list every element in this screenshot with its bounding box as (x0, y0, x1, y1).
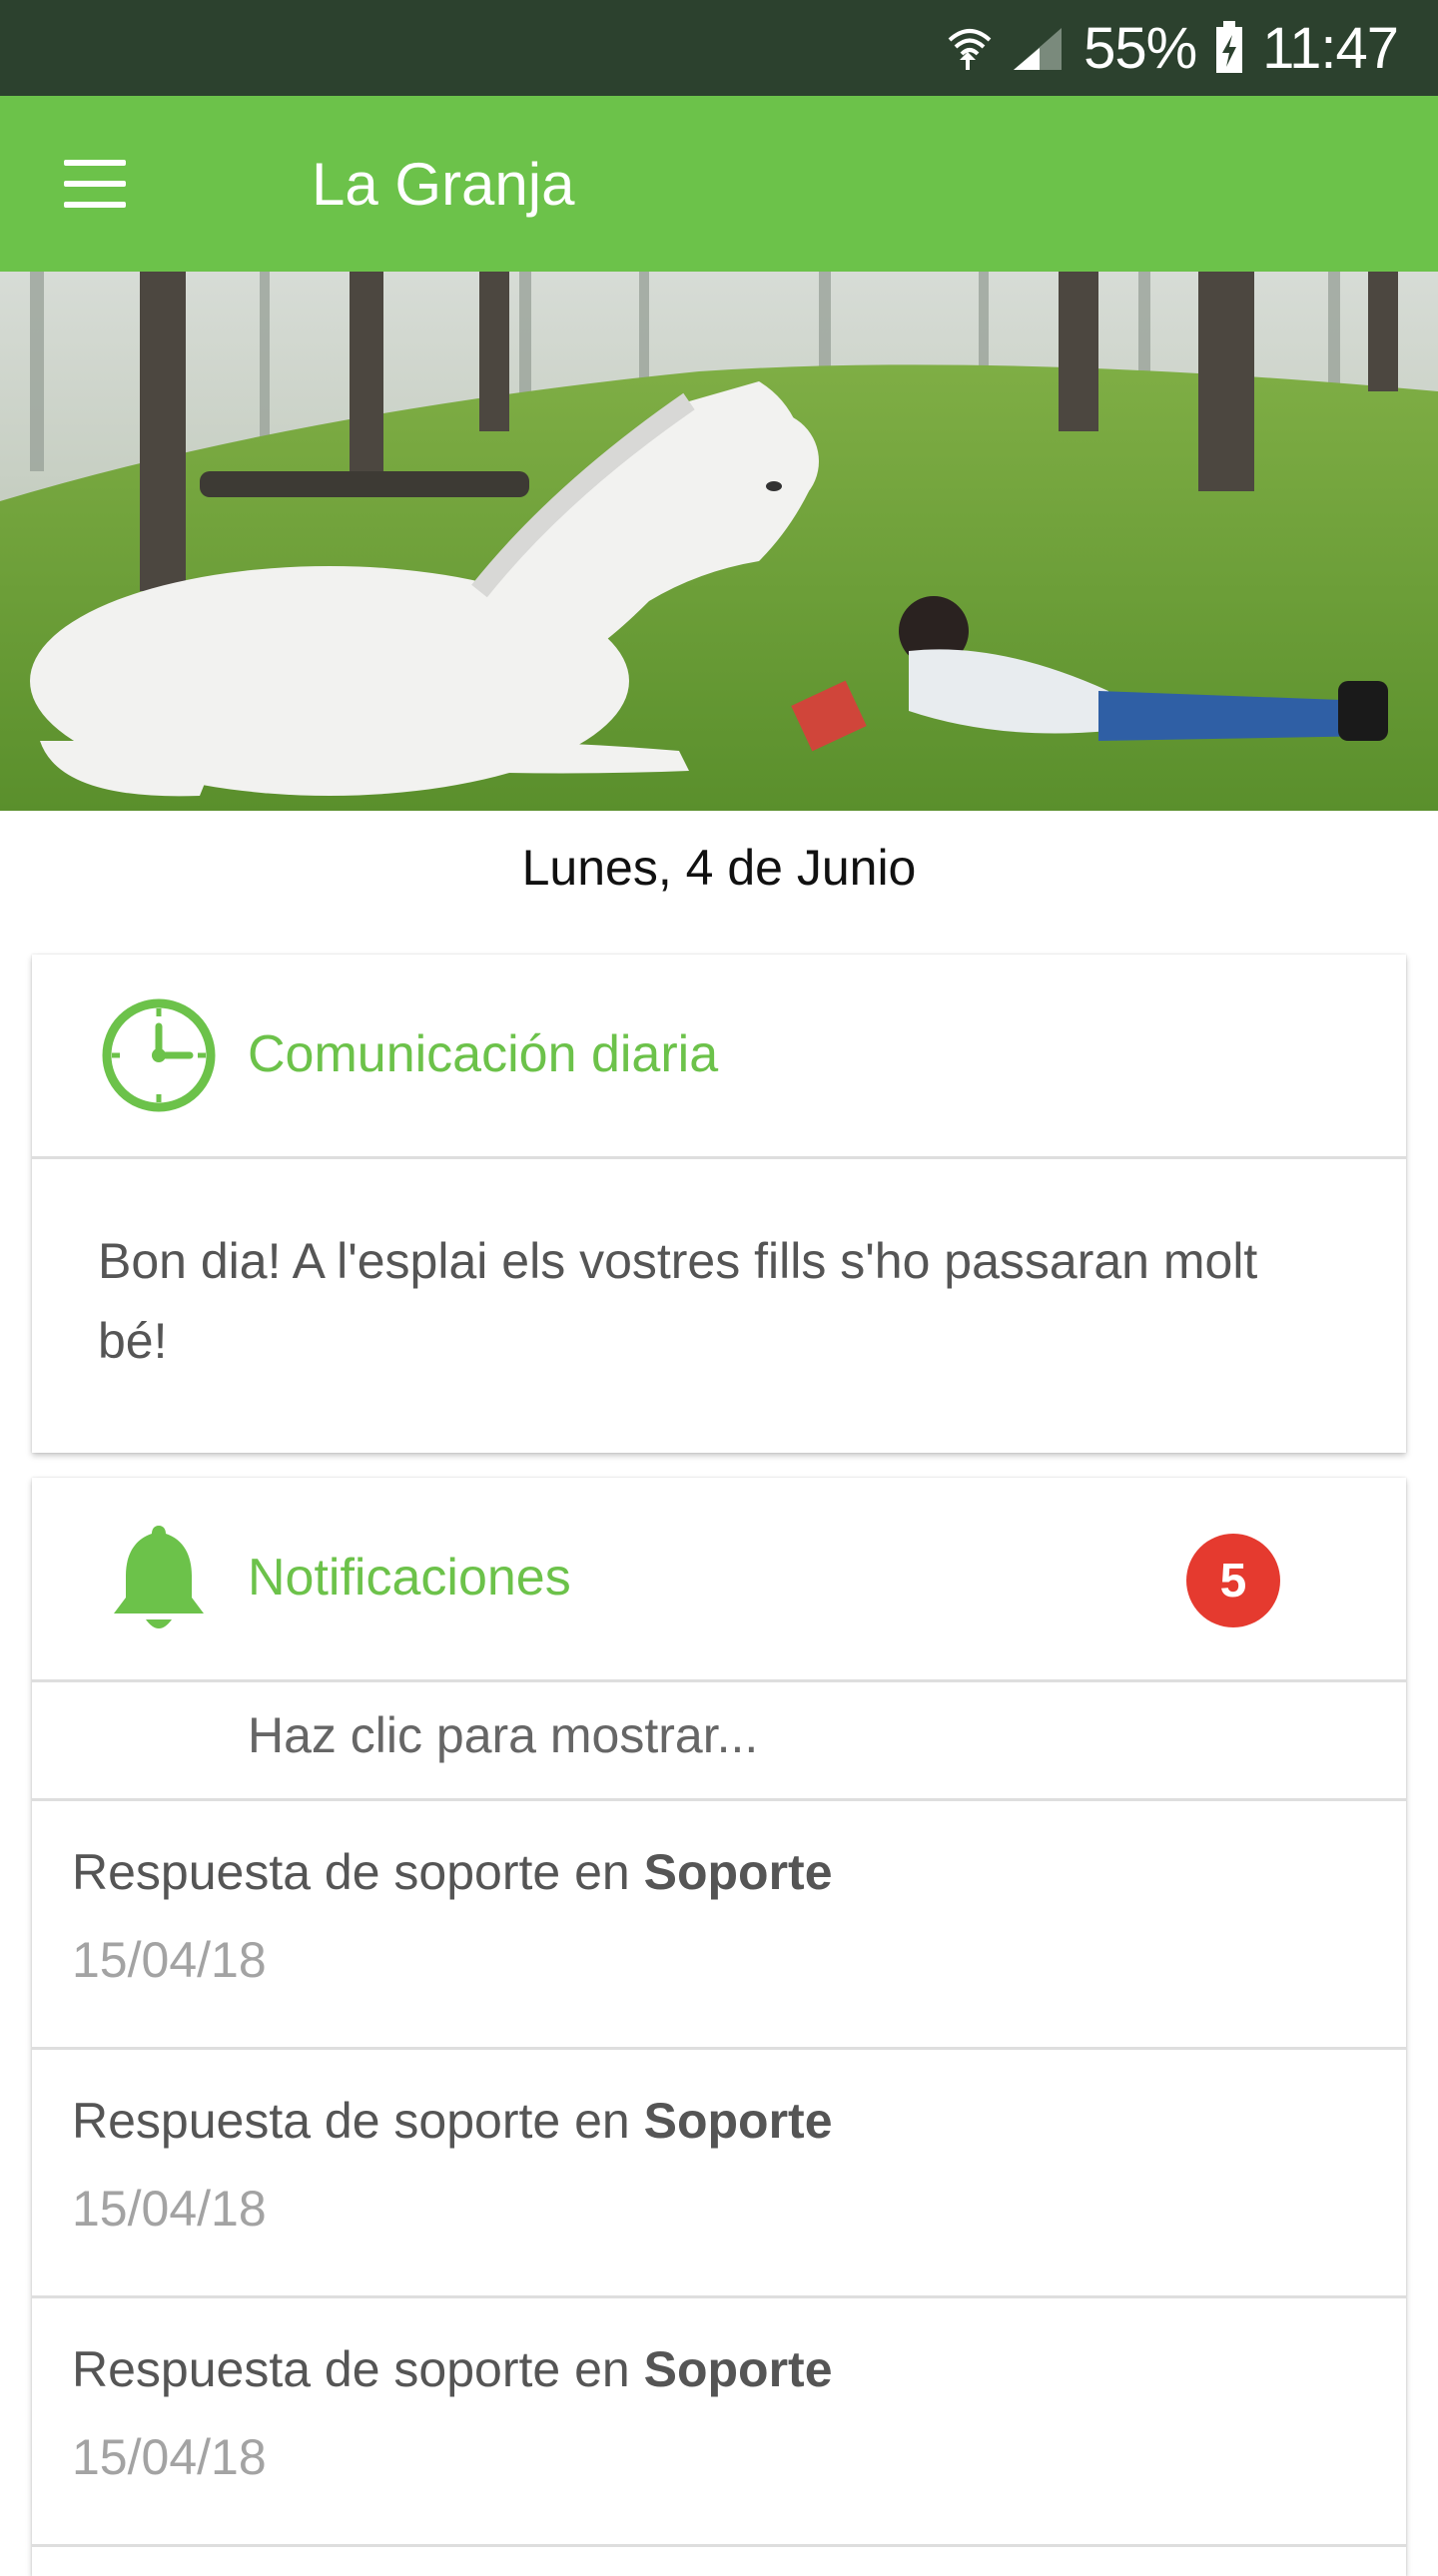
notifications-title: Notificaciones (248, 1549, 571, 1607)
notification-item[interactable]: Respuesta de soporte en Soporte 15/04/18 (32, 2298, 1406, 2547)
notifications-header[interactable]: Notificaciones 5 (32, 1478, 1406, 1682)
battery-charging-icon (1214, 21, 1244, 75)
clock-icon (100, 996, 218, 1114)
notification-channel: Soporte (643, 1844, 833, 1900)
battery-percent: 55% (1083, 15, 1197, 81)
bell-icon (100, 1520, 218, 1637)
current-date: Lunes, 4 de Junio (521, 840, 917, 896)
wifi-icon (948, 24, 992, 72)
notification-date: 15/04/18 (72, 2181, 267, 2237)
notification-title: Respuesta de soporte en Soporte (72, 2340, 833, 2398)
daily-communication-header: Comunicación diaria (32, 955, 1406, 1159)
notification-title: Respuesta de soporte en Soporte (72, 1843, 833, 1901)
notification-prefix: Respuesta de soporte en (72, 1844, 644, 1900)
daily-communication-message: Bon dia! A l'esplai els vostres fills s'… (98, 1233, 1258, 1369)
show-more-label: Haz clic para mostrar... (248, 1707, 759, 1763)
notification-channel: Soporte (643, 2341, 833, 2397)
hero-image (0, 272, 1438, 811)
notification-prefix: Respuesta de soporte en (72, 2341, 644, 2397)
status-bar: 55% 11:47 (0, 0, 1438, 96)
notification-title: Respuesta de soporte en Soporte (72, 2092, 833, 2150)
app-bar: La Granja (0, 96, 1438, 272)
app-title: La Granja (312, 151, 575, 218)
notification-date: 15/04/18 (72, 2429, 267, 2485)
notification-item[interactable]: Respuesta de soporte en Soporte 15/04/18 (32, 1801, 1406, 2050)
daily-communication-card[interactable]: Comunicación diaria Bon dia! A l'esplai … (32, 955, 1406, 1453)
show-more-link[interactable]: Haz clic para mostrar... (32, 1682, 1406, 1801)
notifications-card: Notificaciones 5 Haz clic para mostrar..… (32, 1478, 1406, 2576)
daily-communication-title: Comunicación diaria (248, 1025, 719, 1083)
notifications-count-badge: 5 (1186, 1534, 1280, 1627)
hamburger-menu-icon[interactable] (64, 160, 126, 208)
notification-date: 15/04/18 (72, 1932, 267, 1988)
clock-time: 11:47 (1262, 15, 1399, 81)
signal-icon (1010, 24, 1066, 72)
notification-channel: Soporte (643, 2093, 833, 2149)
notification-prefix: Respuesta de soporte en (72, 2093, 644, 2149)
notification-item[interactable]: Respuesta de soporte en Soporte 15/04/18 (32, 2050, 1406, 2298)
